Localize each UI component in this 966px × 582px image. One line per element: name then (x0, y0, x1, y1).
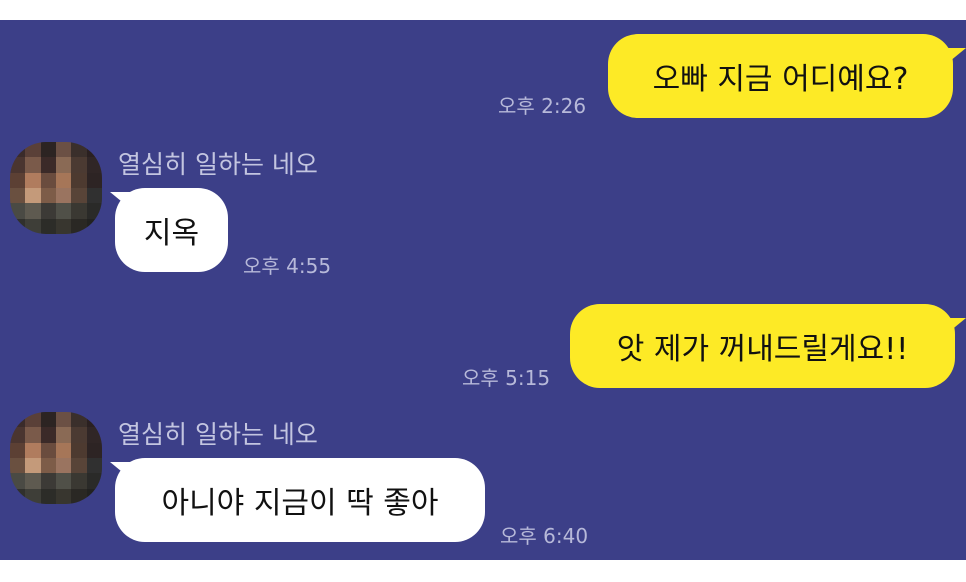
sender-name: 열심히 일하는 네오 (118, 150, 318, 179)
sender-name: 열심히 일하는 네오 (118, 420, 318, 449)
message-timestamp: 오후 6:40 (500, 524, 589, 548)
message-timestamp: 오후 2:26 (498, 94, 587, 118)
outgoing-message-bubble[interactable]: 오빠 지금 어디예요? (608, 34, 953, 118)
outgoing-message-bubble[interactable]: 앗 제가 꺼내드릴게요!! (570, 304, 955, 388)
bubble-tail (944, 48, 966, 66)
incoming-message-bubble[interactable]: 아니야 지금이 딱 좋아 (115, 458, 485, 542)
message-timestamp: 오후 5:15 (462, 366, 551, 390)
avatar[interactable] (10, 142, 102, 234)
avatar[interactable] (10, 412, 102, 504)
message-timestamp: 오후 4:55 (243, 254, 332, 278)
incoming-message-bubble[interactable]: 지옥 (115, 188, 228, 272)
bubble-tail (944, 318, 966, 336)
chat-window: 오후 2:26 오빠 지금 어디예요? 열심히 일하는 네오 지옥 오후 4:5… (0, 20, 966, 560)
